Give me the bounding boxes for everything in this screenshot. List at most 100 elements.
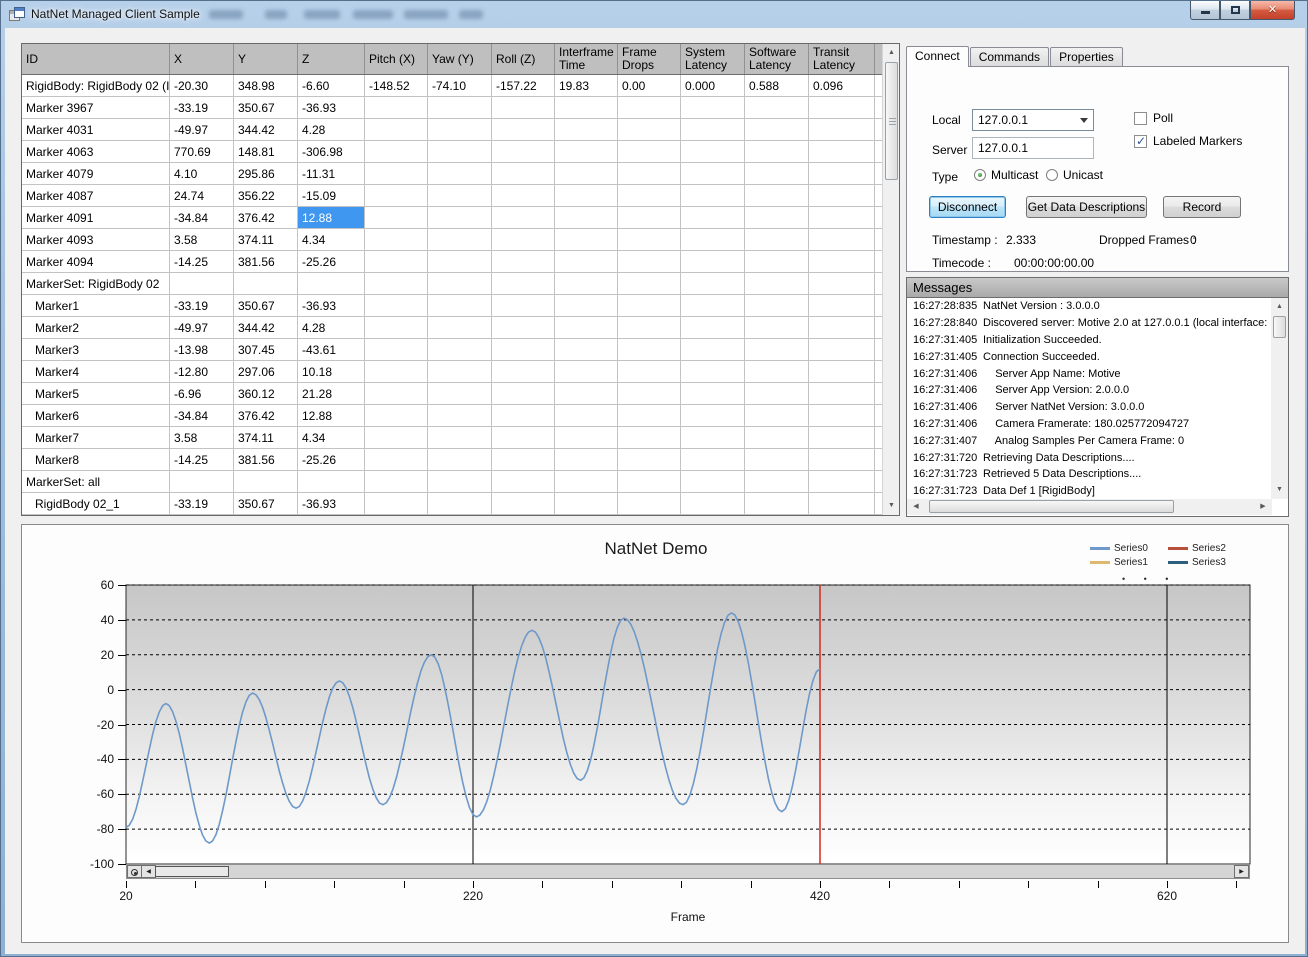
grid-cell[interactable] <box>365 383 428 404</box>
grid-cell[interactable]: -49.97 <box>170 317 234 338</box>
grid-cell[interactable] <box>809 317 875 338</box>
grid-cell[interactable] <box>681 339 745 360</box>
grid-cell[interactable] <box>492 427 555 448</box>
grid-cell[interactable] <box>365 251 428 272</box>
message-row[interactable]: 16:27:31:406 Server App Name: Motive <box>907 365 1272 382</box>
grid-cell[interactable] <box>745 229 809 250</box>
grid-cell[interactable] <box>618 295 681 316</box>
scroll-up-icon[interactable]: ▲ <box>884 45 899 61</box>
chart-zoom-reset-button[interactable] <box>127 865 142 878</box>
grid-cell[interactable]: 10.18 <box>298 361 365 382</box>
grid-cell[interactable] <box>681 97 745 118</box>
messages-vscrollbar-thumb[interactable] <box>1273 316 1286 338</box>
grid-cell[interactable] <box>681 427 745 448</box>
messages-horizontal-scrollbar[interactable]: ◀ ▶ <box>907 499 1272 515</box>
grid-cell[interactable] <box>555 361 618 382</box>
grid-cell[interactable]: Marker 4087 <box>22 185 170 206</box>
grid-cell[interactable]: RigidBody 02_1 <box>22 493 170 514</box>
column-header-interframe-time[interactable]: Interframe Time <box>555 44 618 74</box>
message-row[interactable]: 16:27:28:835NatNet Version : 3.0.0.0 <box>907 298 1272 315</box>
grid-cell[interactable] <box>681 251 745 272</box>
grid-cell[interactable] <box>492 163 555 184</box>
grid-cell[interactable] <box>745 471 809 492</box>
grid-cell[interactable] <box>555 493 618 514</box>
grid-cell[interactable] <box>428 97 492 118</box>
grid-cell[interactable] <box>428 493 492 514</box>
grid-cell[interactable] <box>681 295 745 316</box>
grid-cell[interactable]: MarkerSet: all <box>22 471 170 492</box>
grid-cell[interactable] <box>809 449 875 470</box>
grid-cell[interactable] <box>809 251 875 272</box>
grid-cell[interactable]: Marker4 <box>22 361 170 382</box>
grid-cell[interactable] <box>492 207 555 228</box>
grid-cell[interactable] <box>428 273 492 294</box>
grid-cell[interactable]: 3.58 <box>170 229 234 250</box>
grid-cell[interactable] <box>745 449 809 470</box>
grid-cell[interactable] <box>681 273 745 294</box>
grid-cell[interactable] <box>809 405 875 426</box>
grid-cell[interactable]: 4.28 <box>298 317 365 338</box>
grid-cell[interactable] <box>745 119 809 140</box>
grid-cell[interactable]: 360.12 <box>234 383 298 404</box>
message-row[interactable]: 16:27:31:720Retrieving Data Descriptions… <box>907 449 1272 466</box>
scroll-left-icon[interactable]: ◀ <box>908 499 924 514</box>
labeled-markers-checkbox[interactable]: ✓ Labeled Markers <box>1134 134 1242 148</box>
grid-cell[interactable]: -306.98 <box>298 141 365 162</box>
grid-cell[interactable] <box>428 405 492 426</box>
grid-cell[interactable]: Marker 4093 <box>22 229 170 250</box>
grid-cell[interactable] <box>618 471 681 492</box>
grid-cell[interactable] <box>809 383 875 404</box>
grid-cell[interactable] <box>681 383 745 404</box>
grid-cell[interactable] <box>618 141 681 162</box>
grid-cell[interactable]: 374.11 <box>234 229 298 250</box>
grid-cell[interactable]: -36.93 <box>298 295 365 316</box>
disconnect-button[interactable]: Disconnect <box>929 196 1006 218</box>
grid-cell[interactable] <box>365 141 428 162</box>
minimize-button[interactable] <box>1190 1 1220 20</box>
grid-cell[interactable] <box>555 449 618 470</box>
maximize-button[interactable] <box>1220 1 1250 20</box>
message-row[interactable]: 16:27:28:840Discovered server: Motive 2.… <box>907 315 1272 332</box>
grid-cell[interactable]: -20.30 <box>170 75 234 96</box>
grid-cell[interactable]: Marker 4063 <box>22 141 170 162</box>
grid-cell[interactable] <box>555 185 618 206</box>
grid-cell[interactable] <box>745 295 809 316</box>
grid-cell[interactable]: -6.96 <box>170 383 234 404</box>
message-row[interactable]: 16:27:31:405Connection Succeeded. <box>907 348 1272 365</box>
grid-cell[interactable] <box>365 163 428 184</box>
grid-cell[interactable] <box>428 163 492 184</box>
grid-cell[interactable] <box>618 383 681 404</box>
column-header-roll-z-[interactable]: Roll (Z) <box>492 44 555 74</box>
grid-cell[interactable] <box>428 251 492 272</box>
grid-cell[interactable]: -34.84 <box>170 405 234 426</box>
grid-cell[interactable] <box>492 449 555 470</box>
grid-cell[interactable] <box>555 251 618 272</box>
grid-cell[interactable] <box>428 427 492 448</box>
column-header-software-latency[interactable]: Software Latency <box>745 44 809 74</box>
grid-cell[interactable]: Marker3 <box>22 339 170 360</box>
grid-cell[interactable]: 0.096 <box>809 75 875 96</box>
grid-cell[interactable] <box>492 295 555 316</box>
grid-cell[interactable]: -6.60 <box>298 75 365 96</box>
grid-cell[interactable]: -25.26 <box>298 251 365 272</box>
grid-cell[interactable]: 350.67 <box>234 295 298 316</box>
grid-cell[interactable]: 376.42 <box>234 207 298 228</box>
grid-cell[interactable] <box>809 229 875 250</box>
grid-cell[interactable] <box>555 207 618 228</box>
grid-cell[interactable] <box>555 471 618 492</box>
grid-cell[interactable]: Marker2 <box>22 317 170 338</box>
grid-cell[interactable] <box>745 251 809 272</box>
grid-cell[interactable] <box>618 493 681 514</box>
grid-cell[interactable]: Marker8 <box>22 449 170 470</box>
grid-cell[interactable] <box>492 97 555 118</box>
grid-cell[interactable]: 381.56 <box>234 251 298 272</box>
message-row[interactable]: 16:27:31:405Initialization Succeeded. <box>907 332 1272 349</box>
grid-cell[interactable] <box>555 295 618 316</box>
grid-cell[interactable]: -49.97 <box>170 119 234 140</box>
record-button[interactable]: Record <box>1163 196 1241 218</box>
column-header-id[interactable]: ID <box>22 44 170 74</box>
scroll-right-icon[interactable]: ▶ <box>1234 865 1249 878</box>
grid-cell[interactable] <box>365 207 428 228</box>
grid-cell[interactable] <box>809 361 875 382</box>
grid-cell[interactable]: -25.26 <box>298 449 365 470</box>
